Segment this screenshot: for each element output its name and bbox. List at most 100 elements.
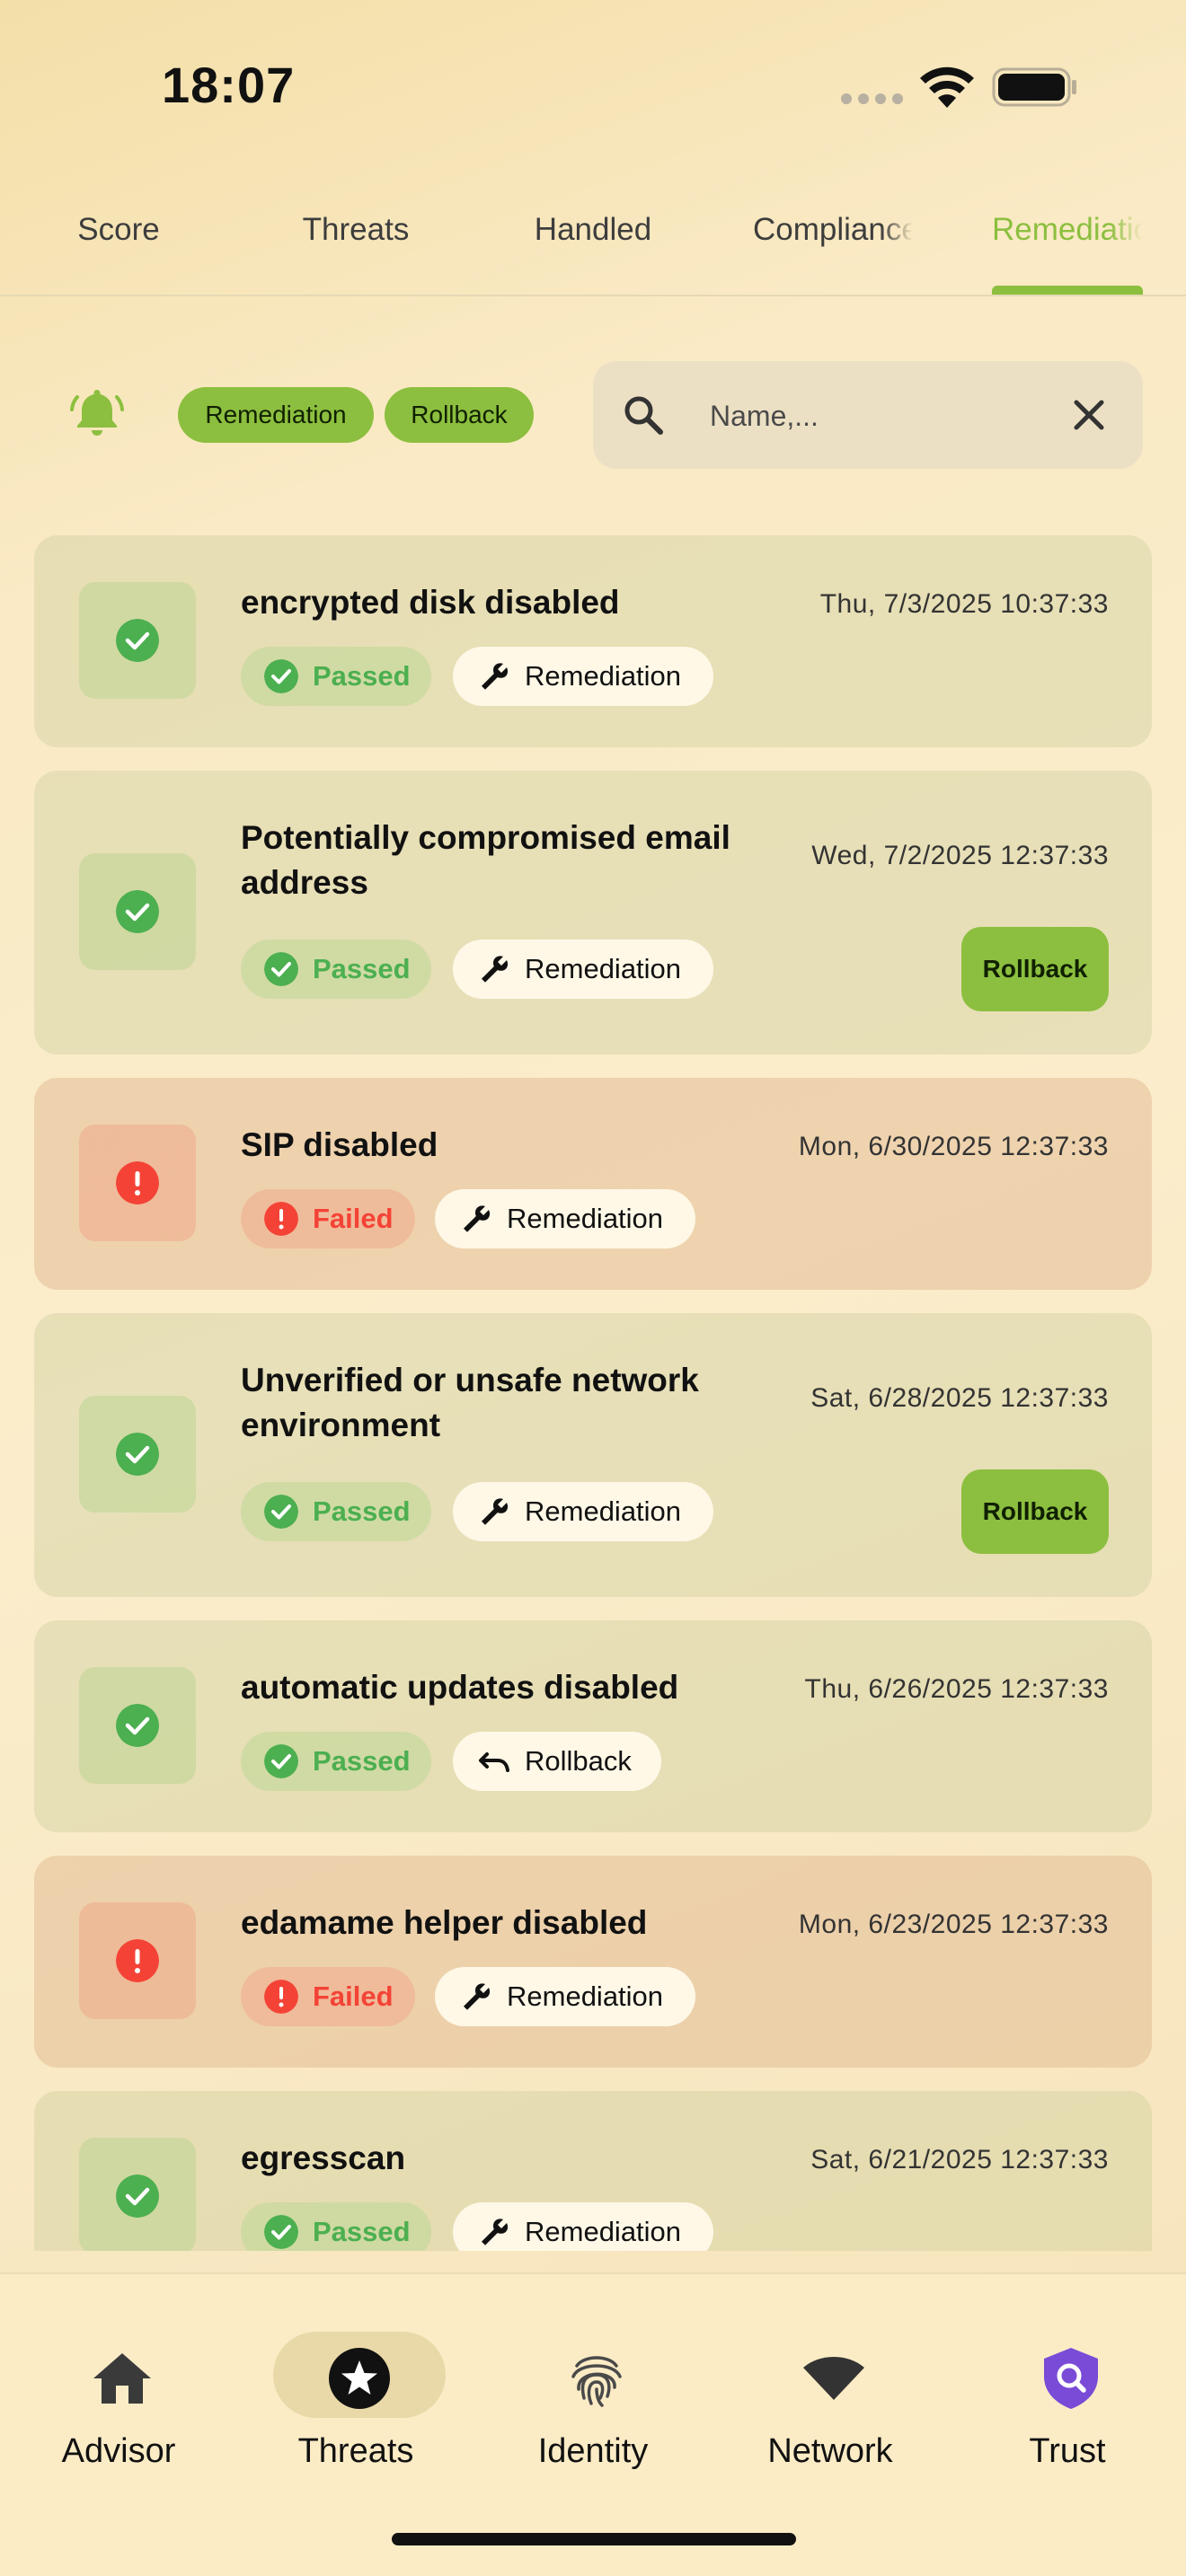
- check-circle-icon: [116, 890, 159, 933]
- card-title: edamame helper disabled: [241, 1904, 648, 1941]
- rollback-button[interactable]: Rollback: [961, 927, 1109, 1011]
- status-label: Passed: [313, 660, 411, 692]
- check-circle-icon: [116, 1704, 159, 1747]
- action-label: Remediation: [507, 1981, 664, 2012]
- status-pill-passed: Passed: [241, 1732, 431, 1791]
- status-pill-passed: Passed: [241, 2202, 431, 2251]
- check-circle-icon: [264, 1744, 298, 1778]
- nav-label: Threats: [297, 2432, 414, 2470]
- star-badge-icon: [329, 2348, 390, 2409]
- action-pill-remediation[interactable]: Remediation: [453, 1482, 713, 1541]
- nav-item-advisor[interactable]: Advisor: [0, 2274, 237, 2481]
- list-item[interactable]: egresscan Sat, 6/21/2025 12:37:33 Passed…: [34, 2091, 1152, 2251]
- nav-label: Advisor: [61, 2432, 176, 2470]
- filter-chip-remediation[interactable]: Remediation: [178, 387, 374, 443]
- action-label: Remediation: [525, 953, 682, 984]
- card-title: SIP disabled: [241, 1126, 438, 1163]
- status-tile: [79, 853, 196, 970]
- undo-icon: [479, 1752, 509, 1772]
- wrench-icon: [464, 1205, 491, 1232]
- wifi-icon: [803, 2357, 864, 2400]
- clear-search-icon[interactable]: [1069, 395, 1109, 435]
- card-date: Sat, 6/21/2025 12:37:33: [810, 2145, 1109, 2175]
- action-pill-remediation[interactable]: Remediation: [453, 2202, 713, 2251]
- card-date: Wed, 7/2/2025 12:37:33: [811, 841, 1109, 870]
- error-circle-icon: [264, 1980, 298, 2014]
- action-pill-remediation[interactable]: Remediation: [453, 647, 713, 706]
- home-icon: [93, 2353, 151, 2404]
- battery-icon: [992, 67, 1076, 107]
- status-tile: [79, 1396, 196, 1513]
- status-label: Passed: [313, 1745, 411, 1777]
- status-label: Passed: [313, 1495, 411, 1527]
- card-date: Sat, 6/28/2025 12:37:33: [810, 1383, 1109, 1413]
- action-pill-remediation[interactable]: Remediation: [435, 1189, 695, 1248]
- status-pill-passed: Passed: [241, 647, 431, 706]
- card-date: Mon, 6/23/2025 12:37:33: [798, 1910, 1109, 1939]
- nav-label: Network: [767, 2432, 893, 2470]
- tab-threats[interactable]: Threats: [273, 212, 438, 248]
- tab-score[interactable]: Score: [36, 212, 201, 248]
- error-circle-icon: [116, 1939, 159, 1982]
- list-item[interactable]: Unverified or unsafe network environment…: [34, 1313, 1152, 1597]
- top-tab-bar: Score Threats Handled Compliance Remedia…: [0, 198, 1186, 296]
- remediation-list: encrypted disk disabled Thu, 7/3/2025 10…: [34, 535, 1152, 2251]
- check-circle-icon: [264, 1495, 298, 1529]
- tab-compliance[interactable]: Compliance: [753, 212, 913, 248]
- list-item[interactable]: SIP disabled Mon, 6/30/2025 12:37:33 Fai…: [34, 1078, 1152, 1290]
- status-label: Failed: [313, 1981, 394, 2012]
- bottom-navigation: Advisor Threats Identity Network Trust: [0, 2272, 1186, 2576]
- search-input[interactable]: [710, 393, 1051, 438]
- list-item[interactable]: edamame helper disabled Mon, 6/23/2025 1…: [34, 1856, 1152, 2068]
- fingerprint-icon: [571, 2356, 622, 2407]
- tab-handled[interactable]: Handled: [510, 212, 676, 248]
- wrench-icon: [482, 663, 509, 690]
- notification-bell-icon[interactable]: [68, 384, 126, 442]
- nav-item-network[interactable]: Network: [712, 2274, 949, 2481]
- status-label: Passed: [313, 953, 411, 984]
- tab-remediation[interactable]: Remediation: [992, 212, 1143, 248]
- cellular-signal-icon: [841, 93, 903, 104]
- nav-item-trust[interactable]: Trust: [949, 2274, 1186, 2481]
- error-circle-icon: [264, 1202, 298, 1236]
- nav-label: Trust: [1029, 2432, 1106, 2470]
- search-icon: [624, 396, 663, 435]
- nav-item-identity[interactable]: Identity: [474, 2274, 712, 2481]
- wrench-icon: [482, 1498, 509, 1525]
- wrench-icon: [464, 1983, 491, 2010]
- status-tile: [79, 1125, 196, 1241]
- list-item[interactable]: encrypted disk disabled Thu, 7/3/2025 10…: [34, 535, 1152, 747]
- action-label: Remediation: [507, 1203, 664, 1234]
- action-label: Remediation: [525, 1495, 682, 1527]
- card-title: Unverified or unsafe network environment: [241, 1362, 699, 1443]
- check-circle-icon: [116, 1433, 159, 1476]
- nav-label: Identity: [537, 2432, 649, 2470]
- list-item[interactable]: Potentially compromised email address We…: [34, 771, 1152, 1054]
- list-item[interactable]: automatic updates disabled Thu, 6/26/202…: [34, 1620, 1152, 1832]
- rollback-button[interactable]: Rollback: [961, 1469, 1109, 1554]
- nav-item-threats[interactable]: Threats: [237, 2274, 474, 2481]
- status-tile: [79, 2138, 196, 2251]
- card-title: egresscan: [241, 2139, 406, 2176]
- check-circle-icon: [116, 619, 159, 662]
- action-label: Remediation: [525, 2216, 682, 2247]
- status-time: 18:07: [162, 57, 296, 113]
- wifi-status-icon: [920, 66, 974, 108]
- wrench-icon: [482, 956, 509, 983]
- action-pill-remediation[interactable]: Remediation: [435, 1967, 695, 2026]
- action-pill-rollback[interactable]: Rollback: [453, 1732, 661, 1791]
- card-date: Thu, 7/3/2025 10:37:33: [819, 589, 1109, 619]
- card-title: Potentially compromised email address: [241, 819, 730, 901]
- filter-chip-rollback[interactable]: Rollback: [385, 387, 534, 443]
- status-tile: [79, 1667, 196, 1784]
- home-indicator[interactable]: [392, 2533, 796, 2545]
- status-tile: [79, 1902, 196, 2019]
- card-title: encrypted disk disabled: [241, 584, 620, 621]
- check-circle-icon: [264, 952, 298, 986]
- action-pill-remediation[interactable]: Remediation: [453, 940, 713, 999]
- status-pill-passed: Passed: [241, 940, 431, 999]
- check-circle-icon: [264, 2215, 298, 2249]
- action-label: Rollback: [525, 1745, 632, 1777]
- status-label: Passed: [313, 2216, 411, 2247]
- status-tile: [79, 582, 196, 699]
